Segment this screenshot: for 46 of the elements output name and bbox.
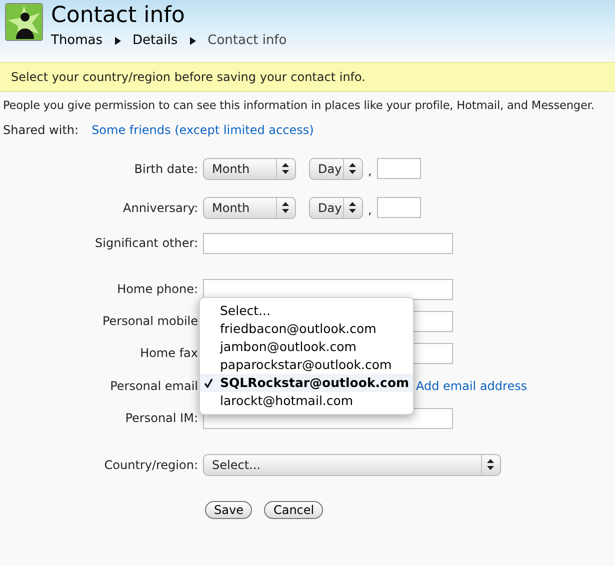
field-label: Home fax xyxy=(140,345,198,362)
breadcrumb-link[interactable]: Thomas xyxy=(51,31,103,50)
chevron-right-icon xyxy=(190,36,196,45)
up-down-arrows-icon xyxy=(282,202,289,214)
input-field[interactable] xyxy=(376,197,421,218)
field-label: Personal IM: xyxy=(125,410,198,428)
month-select[interactable]: Month xyxy=(203,158,296,180)
month-select[interactable]: Month xyxy=(203,196,296,219)
field-label: Home phone: xyxy=(117,281,198,298)
dropdown-option[interactable]: jambon@outlook.com xyxy=(200,338,413,356)
breadcrumb-link[interactable]: Contact info xyxy=(208,31,287,50)
dropdown-option[interactable]: paparockstar@outlook.com xyxy=(200,356,413,374)
field-label: Personal email xyxy=(110,378,198,395)
dropdown-option[interactable]: Select... xyxy=(200,302,413,320)
sharing-link[interactable]: Some friends (except limited access) xyxy=(92,120,314,139)
field-label: Significant other: xyxy=(95,235,198,252)
input-field[interactable] xyxy=(376,158,421,180)
date-separator: , xyxy=(368,162,372,180)
up-down-arrows-icon xyxy=(282,163,289,174)
form-button[interactable]: Save xyxy=(205,500,252,519)
dropdown-option[interactable]: SQLRockstar@outlook.com xyxy=(200,374,413,392)
page-title: Contact info xyxy=(51,3,186,29)
field-label: Anniversary: xyxy=(123,200,198,217)
check-icon xyxy=(204,378,213,388)
dropdown-option[interactable]: larockt@hotmail.com xyxy=(200,392,413,410)
chevron-right-icon xyxy=(114,36,121,45)
day-select[interactable]: Day xyxy=(309,196,363,219)
form-button[interactable]: Cancel xyxy=(264,500,324,519)
day-select[interactable]: Day xyxy=(309,158,363,180)
up-down-arrows-icon xyxy=(349,202,356,214)
description-text: People you give permission to can see this information in places like your profile, Hotmail, and Messenger. xyxy=(2,98,596,114)
shared-with-label: Shared with: xyxy=(3,122,79,139)
input-field[interactable] xyxy=(203,278,453,300)
breadcrumb-link[interactable]: Details xyxy=(132,31,178,50)
up-down-arrows-icon xyxy=(487,459,494,470)
profile-icon xyxy=(5,3,43,41)
field-label: Country/region: xyxy=(104,456,198,474)
up-down-arrows-icon xyxy=(349,163,356,174)
add-email-link[interactable]: Add email address xyxy=(416,376,528,395)
date-separator: , xyxy=(368,202,372,219)
field-label: Birth date: xyxy=(134,160,198,178)
country-select[interactable]: Select... xyxy=(203,454,501,476)
field-label: Personal mobile xyxy=(102,313,198,330)
notice-banner: Select your country/region before saving your contact info. xyxy=(0,62,615,92)
dropdown-option[interactable]: friedbacon@outlook.com xyxy=(200,320,413,338)
input-field[interactable] xyxy=(203,232,453,254)
